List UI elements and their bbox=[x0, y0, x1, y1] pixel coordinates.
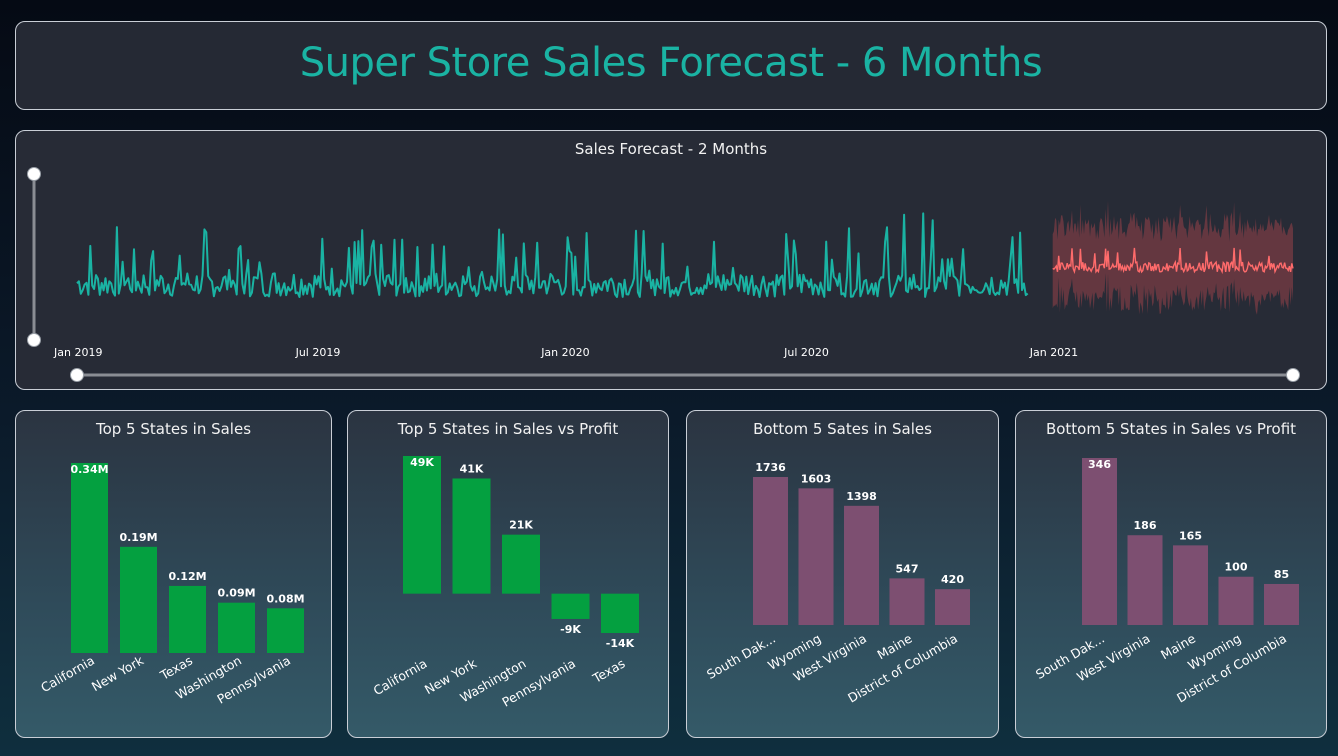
bars-group: 1736South Dak...1603Wyoming1398West Virg… bbox=[704, 461, 970, 706]
bar-value-pennsylvania: 0.08M bbox=[266, 592, 304, 605]
bar-maine bbox=[1173, 545, 1208, 625]
x-tick-jul-2020: Jul 2020 bbox=[783, 346, 829, 359]
bar-value-wyoming: 1603 bbox=[801, 472, 832, 485]
bar-value-maine: 165 bbox=[1179, 529, 1202, 542]
historical-sales-polyline bbox=[76, 212, 1029, 298]
bar-west-virginia bbox=[844, 505, 879, 625]
bottom5-sales-chart: 1736South Dak...1603Wyoming1398West Virg… bbox=[704, 461, 970, 706]
horizontal-zoom-handle-left[interactable] bbox=[70, 368, 84, 382]
bar-value-west-virginia: 1398 bbox=[846, 490, 877, 503]
vertical-zoom-handle-bottom[interactable] bbox=[27, 333, 41, 347]
bar-value-district-of-columbia: 420 bbox=[941, 573, 964, 586]
bar-value-california: 49K bbox=[410, 456, 434, 469]
bar-category-texas: Texas bbox=[589, 656, 627, 687]
forecast-chart: Jan 2019 Jul 2019 Jan 2020 Jul 2020 Jan 2021 bbox=[27, 167, 1300, 382]
bar-category-new-york: New York bbox=[89, 652, 147, 694]
bar-wyoming bbox=[1218, 576, 1254, 625]
bar-value-texas: 0.12M bbox=[168, 570, 206, 583]
bar-value-south-dak: 346 bbox=[1088, 458, 1111, 471]
bottom5-sales-panel: Bottom 5 Sates in Sales 1736 South Dak...… bbox=[686, 410, 999, 738]
bar-texas bbox=[601, 593, 639, 633]
bar-value-texas: -14K bbox=[606, 637, 635, 650]
bar-texas bbox=[169, 585, 206, 653]
x-tick-jul-2019: Jul 2019 bbox=[295, 346, 341, 359]
bar-value-new-york: 41K bbox=[460, 462, 484, 475]
top5-profit-chart: 49KCalifornia41KNew York21KWashington-9K… bbox=[371, 456, 639, 710]
bar-category-california: California bbox=[371, 656, 430, 699]
bar-wyoming bbox=[798, 488, 834, 625]
top5-sales-panel: Top 5 States in Sales 0.34M California 0.1… bbox=[15, 410, 332, 738]
bar-west-virginia bbox=[1127, 535, 1163, 625]
bars-group: 346South Dak...186West Virginia165Maine1… bbox=[1033, 458, 1299, 706]
bar-new-york bbox=[452, 478, 491, 594]
bar-category-south-dak: South Dak... bbox=[704, 631, 778, 682]
bottom5-profit-panel: Bottom 5 States in Sales vs Profit 346 So… bbox=[1015, 410, 1327, 738]
top5-sales-chart: 0.34MCalifornia0.19MNew York0.12MTexas0.… bbox=[38, 463, 305, 707]
forecast-confidence-band bbox=[1052, 200, 1293, 315]
historical-sales-line bbox=[76, 212, 1029, 298]
x-tick-jan-2019: Jan 2019 bbox=[53, 346, 102, 359]
bar-category-california: California bbox=[38, 653, 97, 696]
x-axis-ticks: Jan 2019 Jul 2019 Jan 2020 Jul 2020 Jan 2021 bbox=[53, 346, 1078, 359]
top5-profit-panel: Top 5 States in Sales vs Profit 49K Calif… bbox=[347, 410, 669, 738]
bar-value-district-of-columbia: 85 bbox=[1274, 568, 1289, 581]
bar-washington bbox=[502, 534, 540, 594]
bar-new-york bbox=[120, 546, 157, 653]
x-tick-jan-2021: Jan 2021 bbox=[1029, 346, 1078, 359]
bars-group: 0.34MCalifornia0.19MNew York0.12MTexas0.… bbox=[38, 463, 305, 707]
bar-value-maine: 547 bbox=[896, 562, 919, 575]
bar-california bbox=[71, 463, 108, 653]
bar-value-washington: 21K bbox=[509, 519, 533, 532]
bar-value-pennsylvania: -9K bbox=[560, 623, 581, 636]
bar-district-of-columbia bbox=[1264, 583, 1299, 625]
bottom5-profit-chart: 346South Dak...186West Virginia165Maine1… bbox=[1033, 458, 1299, 706]
bar-washington bbox=[218, 602, 255, 653]
bars-group: 49KCalifornia41KNew York21KWashington-9K… bbox=[371, 456, 639, 710]
bar-district-of-columbia bbox=[935, 589, 970, 625]
horizontal-zoom-handle-right[interactable] bbox=[1286, 368, 1300, 382]
page-title: Super Store Sales Forecast - 6 Months bbox=[299, 40, 1043, 86]
bar-pennsylvania bbox=[551, 593, 590, 619]
bar-value-west-virginia: 186 bbox=[1134, 519, 1157, 532]
bar-california bbox=[403, 456, 441, 594]
forecast-chart-panel: Sales Forecast - 2 Months Jan 2019 Jul 20… bbox=[15, 130, 1327, 390]
bar-south-dak bbox=[753, 477, 788, 625]
bar-value-new-york: 0.19M bbox=[119, 531, 157, 544]
bar-value-washington: 0.09M bbox=[217, 587, 255, 600]
bar-value-california: 0.34M bbox=[70, 463, 108, 476]
title-panel: Super Store Sales Forecast - 6 Months bbox=[15, 21, 1327, 110]
bar-pennsylvania bbox=[267, 608, 304, 653]
bar-value-south-dak: 1736 bbox=[755, 461, 786, 474]
bar-south-dak bbox=[1082, 458, 1117, 625]
forecast-band-polygon bbox=[1052, 200, 1293, 315]
vertical-zoom-handle-top[interactable] bbox=[27, 167, 41, 181]
x-tick-jan-2020: Jan 2020 bbox=[540, 346, 589, 359]
bar-value-wyoming: 100 bbox=[1225, 561, 1248, 574]
bar-maine bbox=[889, 578, 925, 625]
